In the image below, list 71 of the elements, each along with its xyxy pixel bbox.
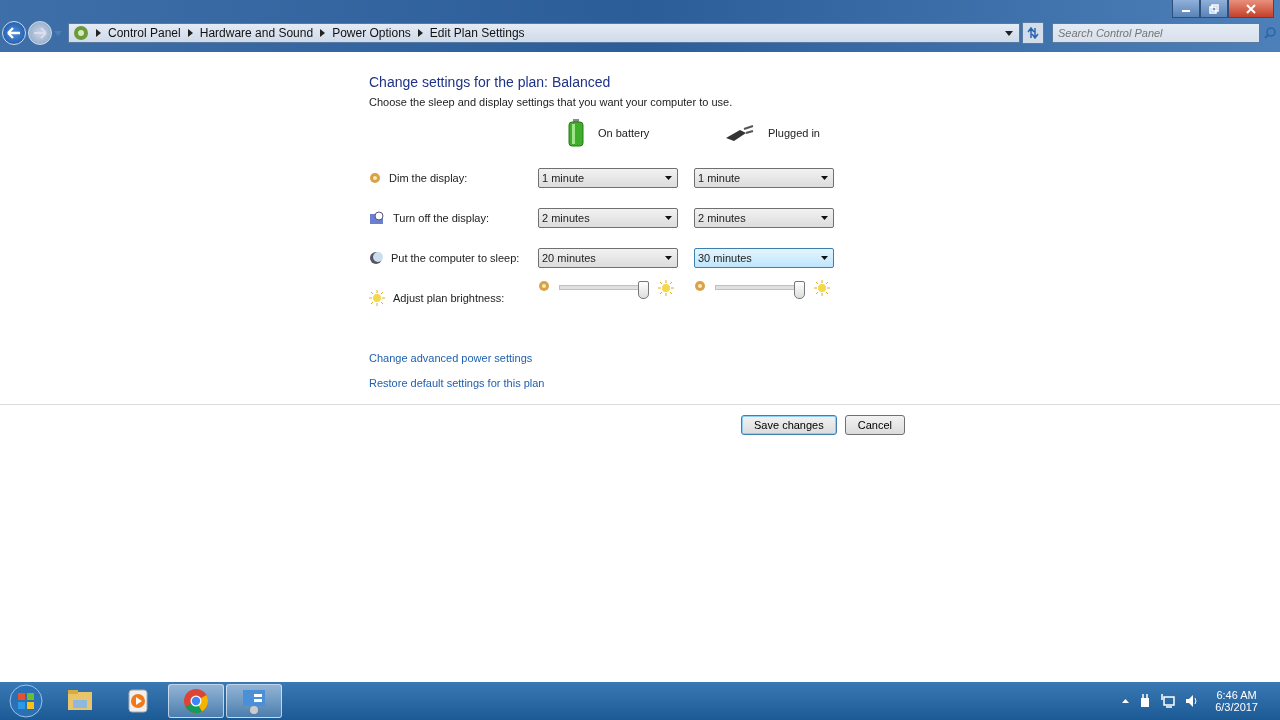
column-label: Plugged in: [768, 127, 820, 139]
close-icon: [1246, 3, 1256, 14]
maximize-button[interactable]: [1200, 0, 1228, 18]
dropdown-caret-icon: [665, 256, 672, 260]
dropdown-caret-icon: [665, 176, 672, 180]
bright-sun-icon: [814, 280, 830, 296]
page-heading: Change settings for the plan: Balanced: [369, 74, 612, 90]
chevron-right-icon[interactable]: [320, 29, 326, 37]
forward-arrow-icon: [33, 27, 47, 39]
sun-icon: [369, 290, 385, 306]
power-plug-icon[interactable]: [1139, 694, 1152, 708]
brightness-slider[interactable]: [556, 280, 652, 298]
breadcrumb-item[interactable]: Hardware and Sound: [199, 26, 314, 40]
clock[interactable]: 6:46 AM 6/3/2017: [1215, 689, 1258, 713]
column-label: On battery: [598, 127, 650, 139]
forward-button[interactable]: [28, 21, 52, 45]
taskbar-button[interactable]: [226, 684, 282, 718]
show-hidden-icons-caret-icon[interactable]: [1122, 699, 1130, 703]
battery-icon: [568, 119, 584, 147]
windows-logo-icon: [9, 684, 43, 718]
back-button[interactable]: [2, 21, 26, 45]
monitor-clock-icon: [369, 211, 385, 225]
dim-brightness-icon: [538, 280, 550, 292]
setting-label: Put the computer to sleep:: [391, 252, 520, 264]
back-arrow-icon: [7, 27, 21, 39]
dropdown[interactable]: 1 minute: [694, 168, 834, 188]
dropdown[interactable]: 1 minute: [538, 168, 678, 188]
breadcrumb-item[interactable]: Power Options: [332, 26, 411, 40]
dropdown[interactable]: 2 minutes: [694, 208, 834, 228]
refresh-arrows-icon: [1026, 27, 1040, 39]
minimize-button[interactable]: [1172, 0, 1200, 18]
chevron-right-icon[interactable]: [187, 29, 193, 37]
dropdown-caret-icon[interactable]: [1005, 30, 1013, 36]
refresh-button[interactable]: [1022, 22, 1044, 44]
clock-time: 6:46 AM: [1216, 689, 1257, 701]
breadcrumb-item[interactable]: Control Panel: [108, 26, 181, 40]
dropdown[interactable]: 30 minutes: [694, 248, 834, 268]
dim-brightness-icon: [694, 280, 706, 292]
link[interactable]: Change advanced power settings: [369, 352, 533, 364]
clock-date: 6/3/2017: [1215, 701, 1258, 713]
cancel-button[interactable]: Cancel: [844, 415, 905, 435]
chevron-right-icon[interactable]: [96, 29, 101, 37]
search-icon: [1264, 27, 1276, 39]
dropdown-caret-icon: [821, 176, 828, 180]
link[interactable]: Restore default settings for this plan: [369, 377, 545, 389]
setting-label: Adjust plan brightness:: [393, 292, 505, 304]
dim-brightness-icon: [369, 172, 381, 184]
chevron-right-icon[interactable]: [417, 29, 423, 37]
dropdown[interactable]: 2 minutes: [538, 208, 678, 228]
network-monitor-icon[interactable]: [1161, 694, 1176, 708]
dropdown-caret-icon: [821, 256, 828, 260]
speaker-icon[interactable]: [1185, 694, 1200, 708]
setting-label: Dim the display:: [389, 172, 468, 184]
bright-sun-icon: [658, 280, 674, 296]
control-panel-icon: [73, 25, 89, 41]
save-button[interactable]: Save changes: [741, 415, 837, 435]
dropdown-caret-icon: [665, 216, 672, 220]
power-plug-icon: [724, 124, 754, 142]
breadcrumb-item[interactable]: Edit Plan Settings: [429, 26, 525, 40]
taskbar-button[interactable]: [168, 684, 224, 718]
address-bar[interactable]: Control Panel Hardware and Sound Power Options Edit Plan Settings: [68, 23, 1020, 43]
setting-label: Turn off the display:: [393, 212, 489, 224]
dropdown-caret-icon: [821, 216, 828, 220]
restore-icon: [1209, 3, 1219, 14]
sleep-moon-icon: [369, 251, 383, 265]
chrome-logo-icon: [181, 686, 211, 716]
close-button[interactable]: [1228, 0, 1274, 18]
brightness-slider[interactable]: [712, 280, 808, 298]
search-field[interactable]: Search Control Panel: [1052, 23, 1260, 43]
instruction-text: Choose the sleep and display settings that you want your computer to use.: [369, 96, 734, 108]
dropdown[interactable]: 20 minutes: [538, 248, 678, 268]
